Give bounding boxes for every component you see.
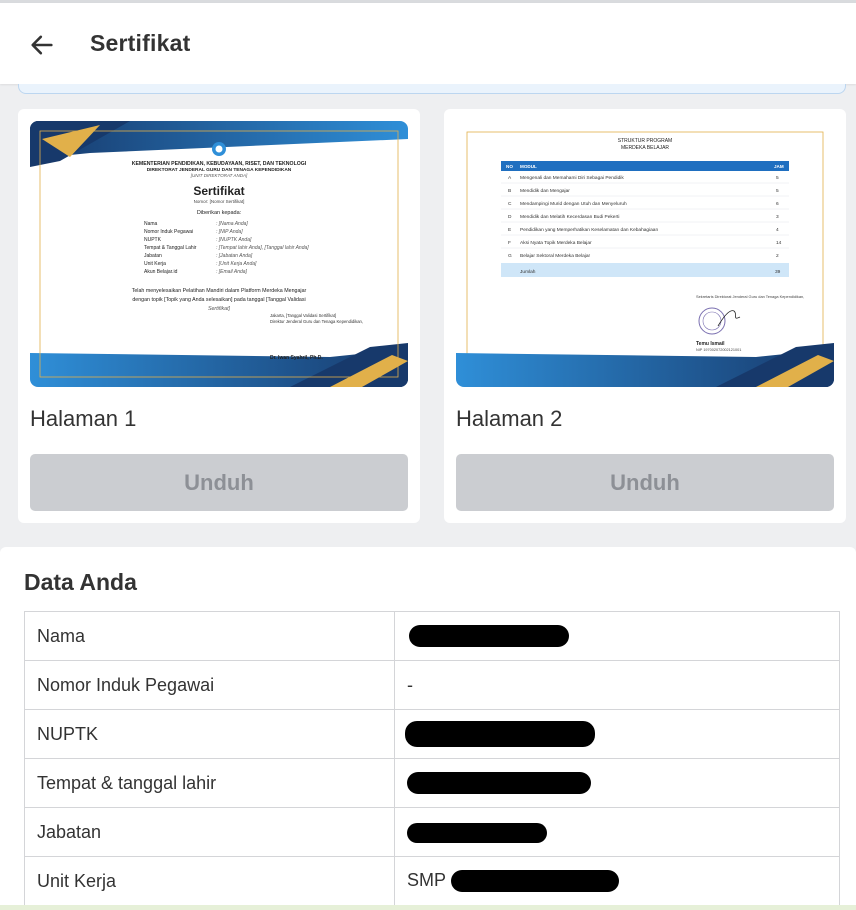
- certificate-page-1-image: KEMENTERIAN PENDIDIKAN, KEBUDAYAAN, RISE…: [30, 121, 408, 387]
- cert-body-line-2: dengan topik [Topik yang Anda selesaikan…: [132, 297, 305, 303]
- certificate-preview-page-1[interactable]: KEMENTERIAN PENDIDIKAN, KEBUDAYAAN, RISE…: [30, 121, 408, 387]
- program-row-jam: 4: [776, 227, 779, 233]
- user-data-table: Nama Nomor Induk Pegawai - NUPTK Tempat …: [24, 611, 840, 906]
- data-label: Nomor Induk Pegawai: [24, 660, 395, 710]
- cert-field-label: Unit Kerja: [144, 261, 166, 267]
- program-row-jam: 5: [776, 188, 779, 194]
- info-banner: [18, 84, 846, 94]
- arrow-left-icon: [31, 35, 53, 55]
- data-value-nama: [394, 611, 840, 661]
- cert-field-label: Nama: [144, 221, 158, 227]
- program-row-jam: 3: [776, 214, 779, 220]
- cert-ministry: KEMENTERIAN PENDIDIKAN, KEBUDAYAAN, RISE…: [132, 161, 307, 167]
- program-row-modul: Aksi Nyata Topik Merdeka Belajar: [520, 240, 592, 246]
- cert-field-value: : [Jabatan Anda]: [216, 253, 253, 259]
- cert-field-value: : [Nama Anda]: [216, 221, 248, 227]
- cert-field-value: : [Tempat lahir Anda], [Tanggal lahir An…: [216, 245, 309, 251]
- data-value-nip: -: [394, 660, 840, 710]
- cert-field-value: : [Email Anda]: [216, 269, 248, 275]
- data-label: Tempat & tanggal lahir: [24, 758, 395, 808]
- data-label: NUPTK: [24, 709, 395, 759]
- certificate-preview-page-2[interactable]: STRUKTUR PROGRAM MERDEKA BELAJAR NO MODU…: [456, 121, 834, 387]
- program-row-no: E: [508, 227, 511, 233]
- table-row: Nama: [24, 611, 840, 661]
- program-row-no: G: [508, 253, 512, 259]
- program-row-jam: 6: [776, 201, 779, 207]
- data-value-nuptk: [394, 709, 840, 759]
- data-label: Nama: [24, 611, 395, 661]
- certificate-page-card-1: KEMENTERIAN PENDIDIKAN, KEBUDAYAAN, RISE…: [18, 109, 420, 523]
- data-label: Unit Kerja: [24, 856, 395, 906]
- cert-field-label: Nomor Induk Pegawai: [144, 229, 193, 235]
- download-button-page-1[interactable]: Unduh: [30, 454, 408, 511]
- program-row-no: D: [508, 214, 512, 220]
- cert-body-line-3: Sertifikat]: [208, 306, 231, 312]
- page-label-2: Halaman 2: [456, 406, 563, 431]
- program-row-no: B: [508, 188, 511, 194]
- cert-field-label: NUPTK: [144, 237, 162, 243]
- cert-sign-name: Dr. Iwan Syahril, Ph.D.: [270, 355, 323, 361]
- program-sign-role: Sekretaris Direktorat Jenderal Guru dan …: [696, 294, 804, 299]
- program-row-modul: Mendidik dan Melatih Kecerdasan Budi Pek…: [520, 214, 619, 220]
- program-row-jam: 2: [776, 253, 779, 259]
- data-section-title: Data Anda: [24, 569, 137, 595]
- data-label: Jabatan: [24, 807, 395, 857]
- table-row: Unit Kerja SMP: [24, 856, 840, 906]
- download-button-page-2[interactable]: Unduh: [456, 454, 834, 511]
- certificate-page-card-2: STRUKTUR PROGRAM MERDEKA BELAJAR NO MODU…: [444, 109, 846, 523]
- program-row-no: F: [508, 240, 511, 246]
- cert-given-to: Diberikan kepada:: [197, 210, 242, 216]
- page-title: Sertifikat: [90, 30, 191, 56]
- unit-kerja-text: SMP: [407, 869, 446, 890]
- cert-sign-place: Jakarta, [Tanggal Validasi Sertifikat]: [270, 313, 336, 318]
- cert-field-label: Akun Belajar.id: [144, 269, 178, 275]
- program-row-modul: Mendidik dan Mengajar: [520, 188, 570, 194]
- data-value-unit-kerja: SMP: [394, 856, 840, 906]
- cert-body-line-1: Telah menyelesaikan Pelatihan Mandiri da…: [132, 288, 307, 294]
- program-sign-nip: NIP 197002072002121001: [696, 348, 741, 352]
- data-value-ttl: [394, 758, 840, 808]
- program-total-label: Jumlah: [520, 269, 536, 275]
- bottom-edge: [0, 905, 856, 910]
- table-row: Tempat & tanggal lahir: [24, 758, 840, 808]
- cert-sign-role: Direktur Jenderal Guru dan Tenaga Kepend…: [270, 319, 363, 324]
- back-button[interactable]: [22, 25, 62, 65]
- table-row: Nomor Induk Pegawai -: [24, 660, 840, 710]
- table-row: NUPTK: [24, 709, 840, 759]
- cert-title: Sertifikat: [193, 184, 244, 198]
- cert-unit: [UNIT DIREKTORAT ANDA]: [190, 173, 248, 178]
- cert-field-label: Tempat & Tanggal Lahir: [144, 245, 197, 251]
- program-row-modul: Pendidikan yang Memperhatikan Keselamata…: [520, 227, 658, 233]
- program-title-1: STRUKTUR PROGRAM: [618, 138, 672, 144]
- program-row-modul: Mendampingi Murid dengan Utuh dan Menyel…: [520, 201, 627, 207]
- data-value-jabatan: [394, 807, 840, 857]
- program-head-modul: MODUL: [520, 164, 537, 169]
- cert-field-value: : [NIP Anda]: [216, 229, 243, 235]
- cert-number: Nomor: [Nomor Sertifikat]: [194, 199, 245, 204]
- app-bar: Sertifikat: [0, 3, 856, 84]
- program-row-modul: Belajar Sektoral Merdeka Belajar: [520, 253, 591, 259]
- user-data-panel: Data Anda Nama Nomor Induk Pegawai - NUP…: [0, 547, 856, 910]
- program-row-no: C: [508, 201, 512, 207]
- program-total-value: 39: [775, 269, 781, 275]
- page-label-1: Halaman 1: [30, 406, 137, 431]
- program-row-jam: 14: [776, 240, 782, 246]
- program-head-no: NO: [506, 164, 513, 169]
- table-row: Jabatan: [24, 807, 840, 857]
- program-sign-name: Temu Ismail: [696, 341, 725, 347]
- program-row-modul: Mengenali dan Memahami Diri Sebagai Pend…: [520, 175, 624, 181]
- program-title-2: MERDEKA BELAJAR: [621, 145, 669, 151]
- cert-field-value: : [NUPTK Anda]: [216, 237, 252, 243]
- program-head-jam: JAM: [774, 164, 784, 169]
- certificate-page-2-image: STRUKTUR PROGRAM MERDEKA BELAJAR NO MODU…: [456, 121, 834, 387]
- program-row-jam: 5: [776, 175, 779, 181]
- cert-field-value: : [Unit Kerja Anda]: [216, 261, 257, 267]
- cert-field-label: Jabatan: [144, 253, 162, 259]
